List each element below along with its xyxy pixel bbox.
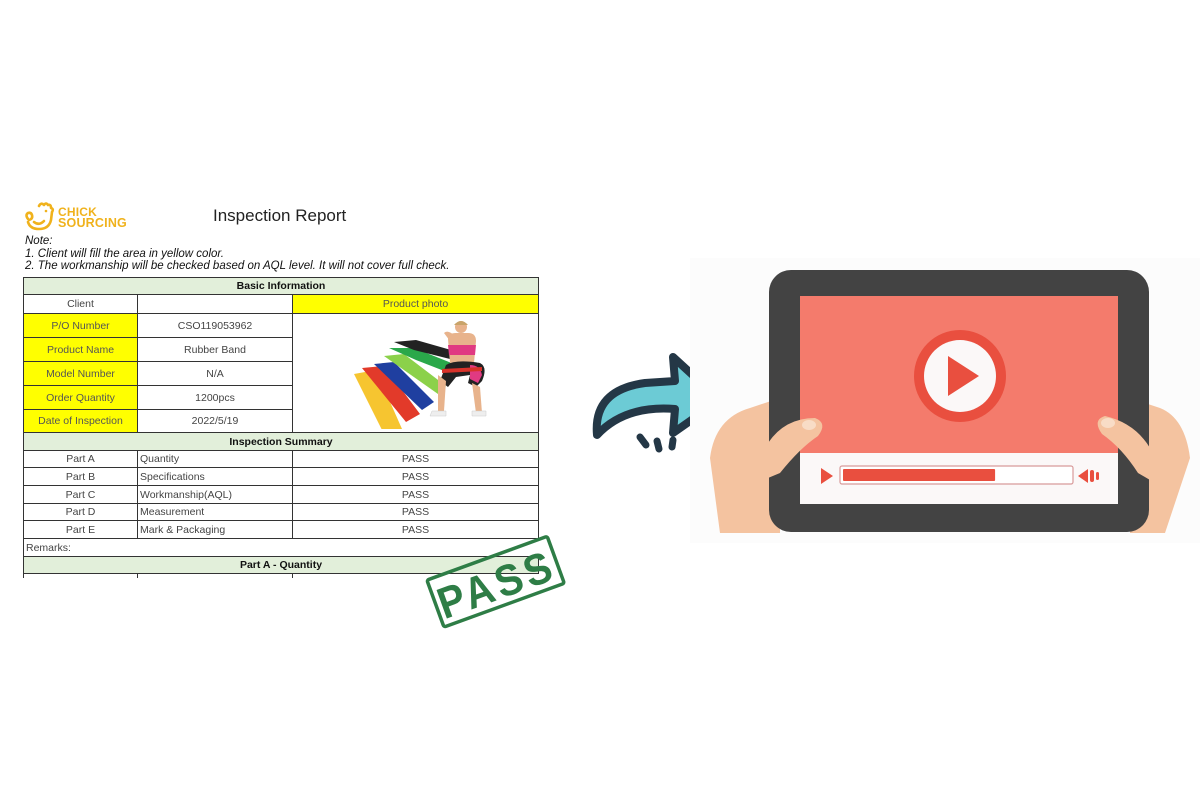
report-title: Inspection Report	[213, 206, 347, 225]
field-value: Rubber Band	[137, 337, 293, 362]
client-value	[137, 294, 293, 314]
summary-row: Part C Workmanship(AQL) PASS	[23, 485, 540, 504]
note-item: 2. The workmanship will be checked based…	[25, 260, 450, 272]
brand-name: CHICK SOURCING	[58, 206, 127, 230]
brand-line-2: SOURCING	[58, 216, 127, 230]
table-cell	[23, 573, 138, 578]
inspection-report-table: Basic Information Client Product photo P…	[22, 277, 540, 578]
field-value: CSO119053962	[137, 313, 293, 338]
field-value: 1200pcs	[137, 385, 293, 410]
field-label: Order Quantity	[23, 385, 138, 410]
table-row: P/O Number CSO119053962	[23, 313, 540, 433]
product-photo-resistance-bands	[353, 321, 486, 432]
summary-row: Part D Measurement PASS	[23, 503, 540, 521]
section-header-row: Inspection Summary	[22, 432, 540, 451]
note-item: 1. Client will fill the area in yellow c…	[25, 247, 224, 260]
part-item: Quantity	[137, 450, 293, 468]
field-value: N/A	[137, 361, 293, 386]
part-label: Part D	[23, 503, 138, 521]
summary-row: Part B Specifications PASS	[23, 467, 540, 486]
field-value: 2022/5/19	[137, 409, 293, 433]
part-item: Mark & Packaging	[137, 520, 293, 539]
part-item: Specifications	[137, 467, 293, 486]
tablet-video-player-icon	[710, 270, 1190, 533]
part-label: Part C	[23, 485, 138, 504]
field-label: Product Name	[23, 337, 138, 362]
field-label: Model Number	[23, 361, 138, 386]
part-item: Workmanship(AQL)	[137, 485, 293, 504]
progress-fill	[843, 469, 996, 481]
notes: Note: 1. Client will fill the area in ye…	[25, 235, 449, 273]
summary-row: Part A Quantity PASS	[23, 450, 540, 468]
part-label: Part E	[23, 520, 138, 539]
part-item: Measurement	[137, 503, 293, 521]
summary-header: Inspection Summary	[22, 432, 540, 451]
part-result: PASS	[291, 503, 540, 521]
product-photo-label: Product photo	[291, 294, 540, 314]
part-result: PASS	[291, 467, 540, 486]
section-header-row: Basic Information	[22, 277, 540, 295]
play-circle-icon[interactable]	[914, 330, 1006, 422]
field-label: P/O Number	[23, 313, 138, 338]
part-label: Part A	[23, 450, 138, 468]
client-label: Client	[23, 294, 138, 314]
field-label: Date of Inspection	[23, 409, 138, 433]
basic-info-header: Basic Information	[22, 277, 540, 295]
table-cell	[137, 573, 293, 578]
part-result: PASS	[291, 450, 540, 468]
product-photo-cell	[291, 313, 540, 433]
part-result: PASS	[291, 485, 540, 504]
note-heading: Note:	[25, 235, 53, 247]
pass-stamp: PASS	[425, 535, 566, 629]
part-label: Part B	[23, 467, 138, 486]
table-row: Client Product photo	[23, 294, 540, 314]
